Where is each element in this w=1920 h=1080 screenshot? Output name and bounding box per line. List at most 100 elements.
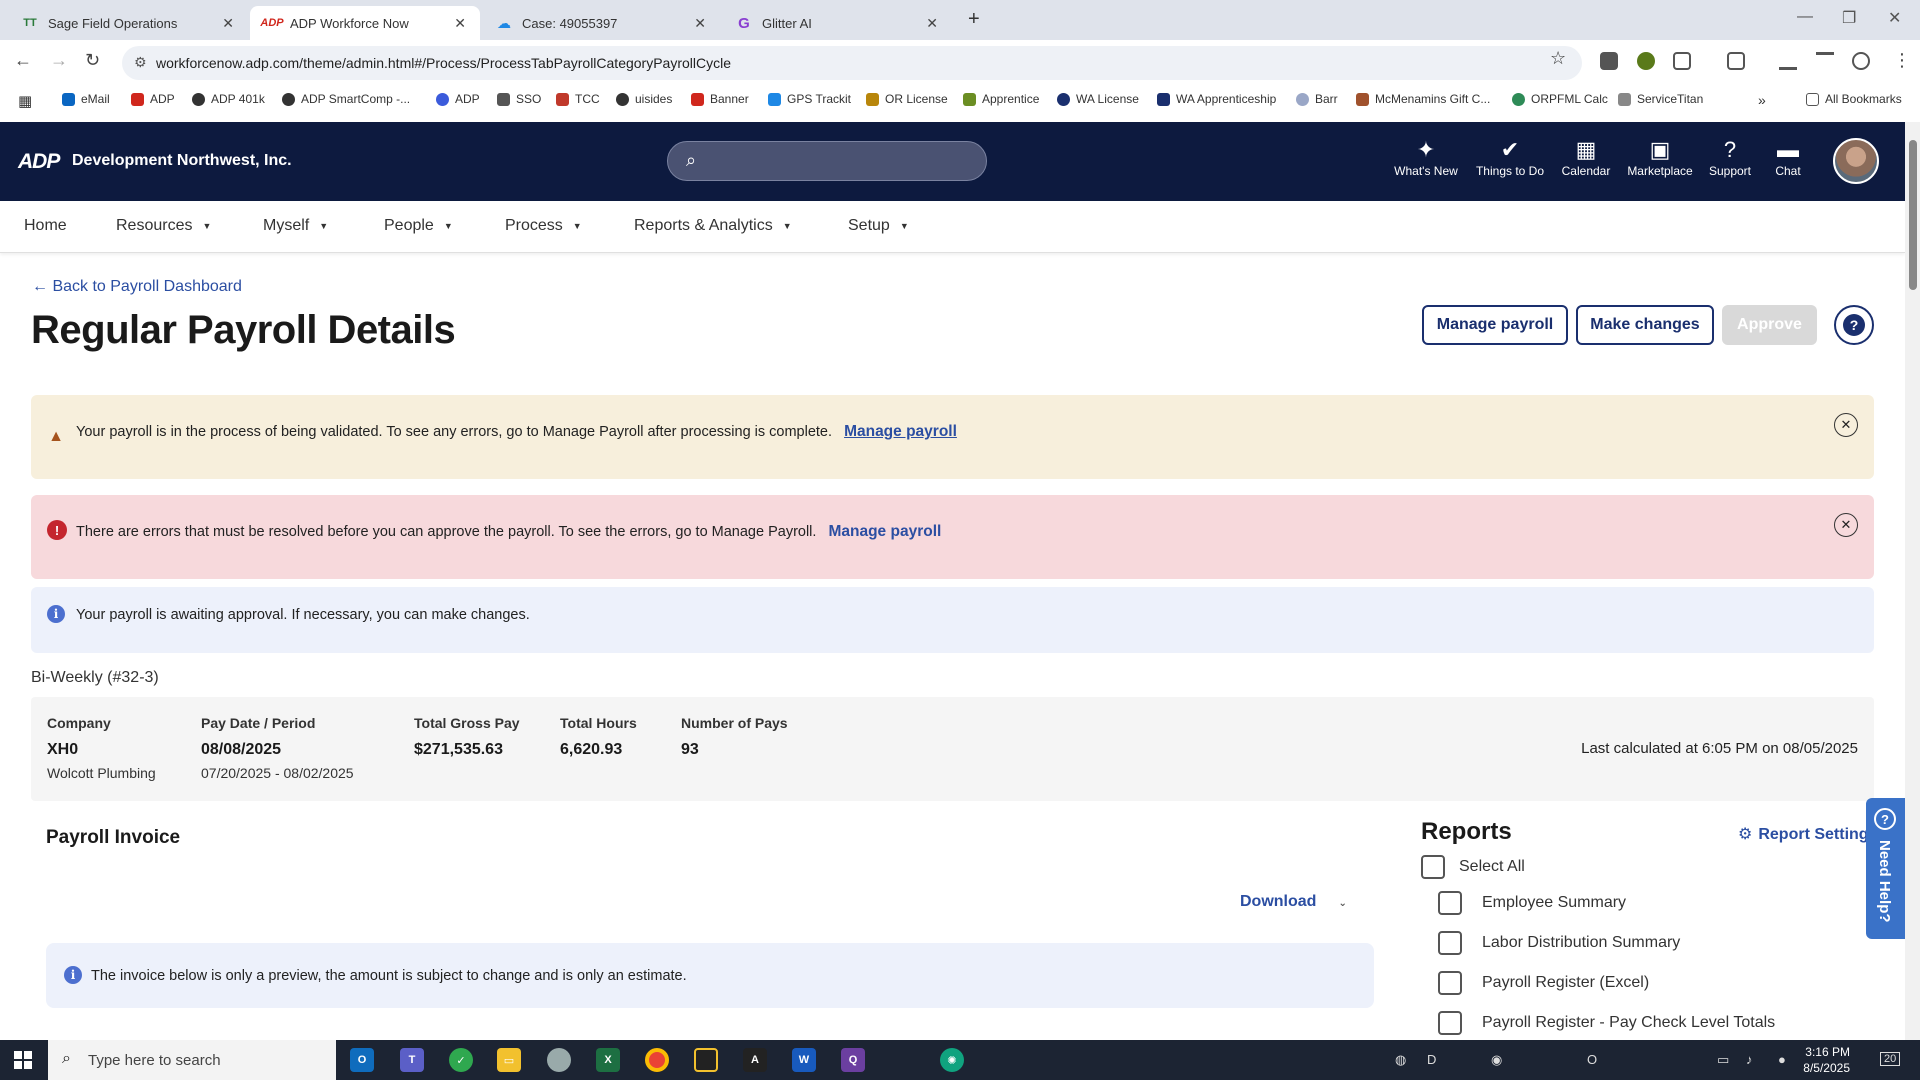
approve-button[interactable]: Approve [1722,305,1817,345]
tab-adp[interactable]: ADP ADP Workforce Now ✕ [250,6,480,40]
checkbox[interactable] [1438,1011,1462,1035]
extension-icon[interactable] [1600,52,1618,70]
media-icon[interactable] [1816,52,1834,70]
things-to-do-button[interactable]: ✔ Things to Do [1473,136,1547,178]
bookmark[interactable]: Banner [691,92,749,106]
adp-logo[interactable]: ADP [18,150,60,174]
chrome-icon[interactable] [645,1048,669,1072]
close-tab-icon[interactable]: ✕ [926,15,938,32]
bookmark[interactable]: ADP SmartComp -... [282,92,410,106]
nav-home[interactable]: Home [24,217,67,235]
bookmark[interactable]: WA License [1057,92,1139,106]
network-icon[interactable]: ▭ [1717,1052,1729,1068]
acrobat-icon[interactable]: A [743,1048,767,1072]
extensions-puzzle-icon[interactable] [1673,52,1691,70]
more-bookmarks-icon[interactable]: » [1758,92,1766,108]
bookmark[interactable]: GPS Trackit [768,92,851,106]
need-help-tab[interactable]: ? Need Help? [1866,798,1905,939]
page-scrollbar[interactable] [1905,122,1920,1040]
teams-icon[interactable]: T [400,1048,424,1072]
new-tab-icon[interactable]: + [968,8,980,31]
bookmark[interactable]: ADP [436,92,480,106]
close-window-icon[interactable]: ✕ [1888,8,1901,28]
tab-search-icon[interactable] [1727,52,1745,70]
file-explorer-icon[interactable]: ▭ [497,1048,521,1072]
app-icon[interactable] [547,1048,571,1072]
profile-icon[interactable] [1852,52,1870,70]
tray-icon[interactable]: ◉ [1491,1052,1502,1068]
tab-case[interactable]: ☁ Case: 49055397 ✕ [482,6,720,40]
back-to-dashboard-link[interactable]: ← Back to Payroll Dashboard [32,278,242,296]
url-input[interactable]: ⚙ workforcenow.adp.com/theme/admin.html#… [122,46,1582,80]
taskbar-search-input[interactable]: ⌕ Type here to search [48,1040,336,1080]
microphone-icon[interactable]: ● [1778,1052,1786,1067]
bookmark[interactable]: uisides [616,92,672,106]
bookmark-star-icon[interactable]: ☆ [1550,48,1566,69]
bookmark[interactable]: McMenamins Gift C... [1356,92,1490,106]
tab-glitter[interactable]: G Glitter AI ✕ [722,6,952,40]
bookmark[interactable]: eMail [62,92,110,106]
report-checkbox-employee-summary[interactable]: Employee Summary [1438,891,1626,915]
back-icon[interactable]: ← [14,50,32,71]
taskbar-clock[interactable]: 3:16 PM 8/5/2025 [1790,1044,1850,1076]
report-checkbox-payroll-register-totals[interactable]: Payroll Register - Pay Check Level Total… [1438,1011,1775,1035]
forward-icon[interactable]: → [50,50,68,71]
select-all-checkbox[interactable]: Select All [1421,855,1525,879]
bookmark[interactable]: WA Apprenticeship [1157,92,1276,106]
app-icon[interactable]: ✓ [449,1048,473,1072]
tab-sage[interactable]: TT Sage Field Operations ✕ [8,6,248,40]
manage-payroll-link[interactable]: Manage payroll [828,523,941,540]
nav-reports-analytics[interactable]: Reports & Analytics ▼ [634,217,792,235]
download-dropdown[interactable]: Download ⌄ [1240,893,1347,911]
support-button[interactable]: ? Support [1704,136,1756,178]
bookmark[interactable]: SSO [497,92,541,106]
tray-icon[interactable]: ◍ [1395,1052,1406,1068]
close-tab-icon[interactable]: ✕ [694,15,706,32]
avatar[interactable] [1833,138,1879,184]
checkbox[interactable] [1438,971,1462,995]
close-tab-icon[interactable]: ✕ [222,15,234,32]
bookmark[interactable]: ServiceTitan [1618,92,1703,106]
bookmark[interactable]: TCC [556,92,600,106]
nav-process[interactable]: Process ▼ [505,217,582,235]
extension-icon[interactable] [1637,52,1655,70]
excel-icon[interactable]: X [596,1048,620,1072]
make-changes-button[interactable]: Make changes [1576,305,1714,345]
volume-icon[interactable]: ♪ [1746,1052,1753,1067]
chat-button[interactable]: ▬ Chat [1768,136,1808,178]
checkbox[interactable] [1421,855,1445,879]
close-tab-icon[interactable]: ✕ [454,15,466,32]
notifications-icon[interactable]: 20 [1880,1052,1901,1066]
search-input[interactable]: ⌕ [667,141,987,181]
whats-new-button[interactable]: ✦ What's New [1391,136,1461,178]
close-icon[interactable]: ✕ [1834,413,1858,437]
app-icon[interactable]: Q [841,1048,865,1072]
menu-kebab-icon[interactable]: ⋮ [1893,50,1911,71]
report-settings-link[interactable]: ⚙ Report Setting [1738,824,1869,844]
apps-grid-icon[interactable]: ▦ [18,92,32,110]
chatgpt-icon[interactable]: ✺ [940,1048,964,1072]
help-button[interactable]: ? [1834,305,1874,345]
nav-myself[interactable]: Myself ▼ [263,217,328,235]
manage-payroll-link[interactable]: Manage payroll [844,423,957,440]
download-icon[interactable] [1779,52,1797,70]
restore-icon[interactable]: ❐ [1842,8,1856,28]
report-checkbox-payroll-register-excel[interactable]: Payroll Register (Excel) [1438,971,1649,995]
site-info-icon[interactable]: ⚙ [134,54,147,71]
nav-people[interactable]: People ▼ [384,217,453,235]
minimize-icon[interactable]: — [1797,8,1813,26]
bookmark[interactable]: ADP [131,92,175,106]
bookmark[interactable]: OR License [866,92,948,106]
tray-icon[interactable]: D [1427,1052,1436,1067]
windows-start-icon[interactable] [14,1051,32,1069]
bookmark[interactable]: ADP 401k [192,92,265,106]
outlook-icon[interactable]: O [350,1048,374,1072]
bookmark[interactable]: ORPFML Calc [1512,92,1608,106]
nav-setup[interactable]: Setup ▼ [848,217,909,235]
checkbox[interactable] [1438,931,1462,955]
manage-payroll-button[interactable]: Manage payroll [1422,305,1568,345]
bookmark[interactable]: Barr [1296,92,1338,106]
app-icon[interactable] [694,1048,718,1072]
calendar-button[interactable]: ▦ Calendar [1558,136,1614,178]
word-icon[interactable]: W [792,1048,816,1072]
